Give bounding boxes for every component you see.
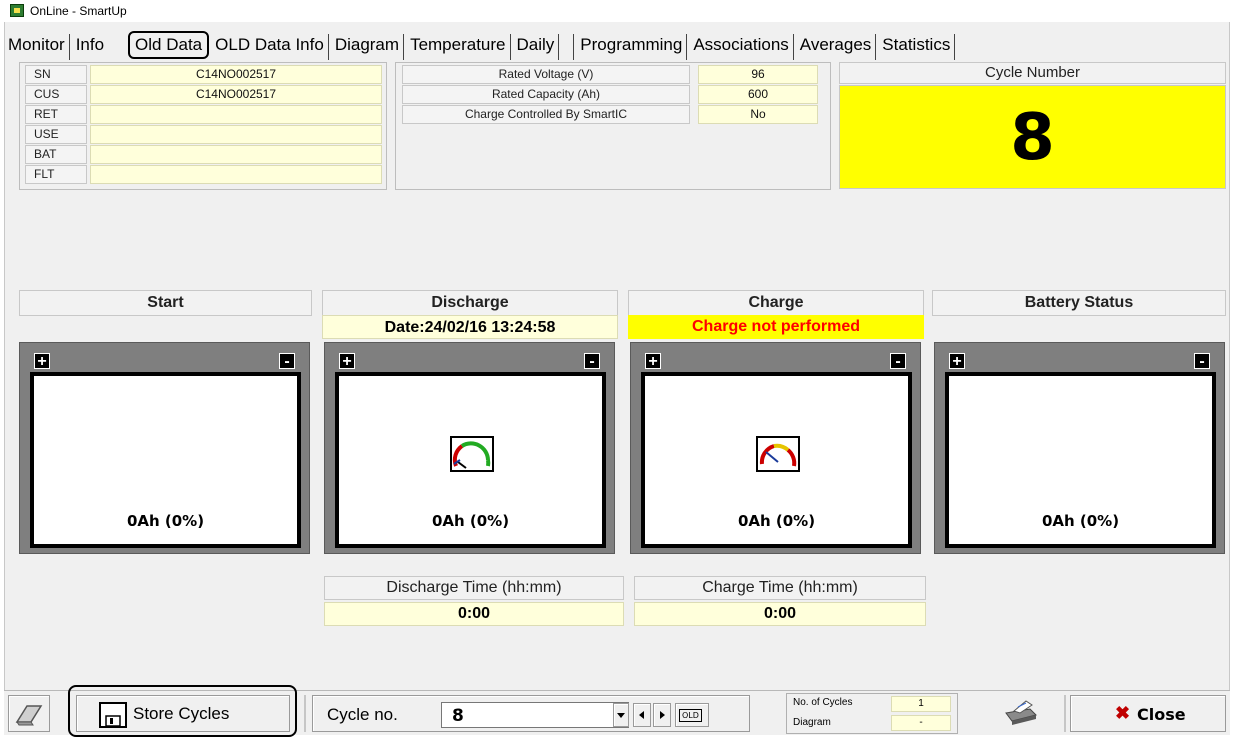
battery-amount: 0Ah (0%) [737,512,816,530]
gauge-icon [756,436,800,472]
previous-cycle-button[interactable] [633,703,651,727]
tab-monitor[interactable]: Monitor [8,34,70,60]
printer-icon [1005,700,1037,725]
cycle-dropdown-button[interactable] [613,703,629,727]
close-label: Close [1137,705,1186,724]
app-icon [10,4,24,17]
no-of-cycles-value: 1 [891,696,951,712]
charge-time-label: Charge Time (hh:mm) [634,576,926,600]
plus-terminal-icon: + [645,353,661,370]
id-label-cus: CUS [25,85,87,104]
minus-terminal-icon: - [584,353,600,370]
charge-time-value: 0:00 [634,602,926,626]
rating-label-smartic: Charge Controlled By SmartIC [402,105,690,124]
printer-button[interactable] [1000,697,1040,730]
next-cycle-button[interactable] [653,703,671,727]
close-x-icon: ✖ [1115,703,1131,723]
battery-discharge: + - 0Ah (0%) [324,342,615,554]
id-value-flt[interactable] [90,165,382,184]
cycle-number-value: 8 [839,85,1226,189]
cycle-count-panel: No. of Cycles 1 Diagram - [786,693,958,734]
discharge-date: Date:24/02/16 13:24:58 [322,315,618,339]
window-title: OnLine - SmartUp [30,4,127,18]
cycle-selector-group: Cycle no. 8 OLD [312,695,750,732]
battery-charge: + - 0Ah (0%) [630,342,921,554]
battery-amount: 0Ah (0%) [126,512,205,530]
tab-averages[interactable]: Averages [796,34,877,60]
diagram-value: - [891,715,951,731]
battery-amount: 0Ah (0%) [1041,512,1120,530]
minus-terminal-icon: - [890,353,906,370]
toolbar-separator [304,695,306,732]
battery-body: 0Ah (0%) [945,372,1216,548]
id-value-use[interactable] [90,125,382,144]
plus-terminal-icon: + [34,353,50,370]
floppy-disk-icon [99,702,127,728]
rating-value-voltage: 96 [698,65,818,84]
tab-diagram[interactable]: Diagram [331,34,405,60]
old-data-label: OLD [679,709,702,722]
tab-associations[interactable]: Associations [689,34,794,60]
battery-start: + - 0Ah (0%) [19,342,310,554]
store-cycles-button[interactable]: Store Cycles [76,695,290,732]
title-bar: OnLine - SmartUp [0,0,1234,22]
rating-value-capacity: 600 [698,85,818,104]
discharge-header: Discharge [322,290,618,316]
diagram-label: Diagram [793,717,831,728]
rating-label-capacity: Rated Capacity (Ah) [402,85,690,104]
rating-value-smartic: No [698,105,818,124]
eraser-button[interactable] [8,695,50,732]
discharge-time-label: Discharge Time (hh:mm) [324,576,624,600]
chevron-down-icon [617,713,625,718]
close-button[interactable]: ✖ Close [1070,695,1226,732]
gauge-icon [450,436,494,472]
battery-body: 0Ah (0%) [30,372,301,548]
tab-old-data-info[interactable]: OLD Data Info [211,34,329,60]
tab-info[interactable]: Info [72,34,108,60]
bottom-toolbar: Store Cycles Cycle no. 8 OLD No. of Cycl… [4,685,1230,737]
eraser-icon [15,705,43,726]
id-panel: SN C14NO002517 CUS C14NO002517 RET USE B… [19,62,387,190]
id-label-ret: RET [25,105,87,124]
arrow-right-icon [660,711,665,719]
id-value-bat[interactable] [90,145,382,164]
id-label-use: USE [25,125,87,144]
cycle-no-select[interactable]: 8 [441,702,629,728]
old-data-button[interactable]: OLD [675,703,709,727]
minus-terminal-icon: - [1194,353,1210,370]
battery-body: 0Ah (0%) [335,372,606,548]
cycle-number-label: Cycle Number [839,62,1226,84]
battery-body: 0Ah (0%) [641,372,912,548]
arrow-left-icon [639,711,644,719]
id-label-bat: BAT [25,145,87,164]
charge-status: Charge not performed [628,315,924,339]
tab-programming[interactable]: Programming [573,34,688,60]
minus-terminal-icon: - [279,353,295,370]
tab-daily[interactable]: Daily [513,34,560,60]
plus-terminal-icon: + [339,353,355,370]
plus-terminal-icon: + [949,353,965,370]
battery-status: + - 0Ah (0%) [934,342,1225,554]
toolbar-separator [1064,695,1066,732]
battery-amount: 0Ah (0%) [431,512,510,530]
id-value-cus[interactable]: C14NO002517 [90,85,382,104]
tab-statistics[interactable]: Statistics [878,34,956,60]
no-of-cycles-label: No. of Cycles [793,697,853,708]
cycle-no-label: Cycle no. [327,705,398,724]
rating-label-voltage: Rated Voltage (V) [402,65,690,84]
charge-header: Charge [628,290,924,316]
tab-old-data[interactable]: Old Data [128,31,210,59]
id-label-sn: SN [25,65,87,84]
ratings-panel: Rated Voltage (V) 96 Rated Capacity (Ah)… [395,62,831,190]
id-label-flt: FLT [25,165,87,184]
tab-temperature[interactable]: Temperature [406,34,511,60]
store-cycles-label: Store Cycles [133,704,230,723]
battery-status-header: Battery Status [932,290,1226,316]
cycle-no-value: 8 [452,706,464,726]
start-header: Start [19,290,312,316]
id-value-sn[interactable]: C14NO002517 [90,65,382,84]
id-value-ret[interactable] [90,105,382,124]
discharge-time-value: 0:00 [324,602,624,626]
tab-bar: Monitor Info Old Data OLD Data Info Diag… [8,30,957,60]
